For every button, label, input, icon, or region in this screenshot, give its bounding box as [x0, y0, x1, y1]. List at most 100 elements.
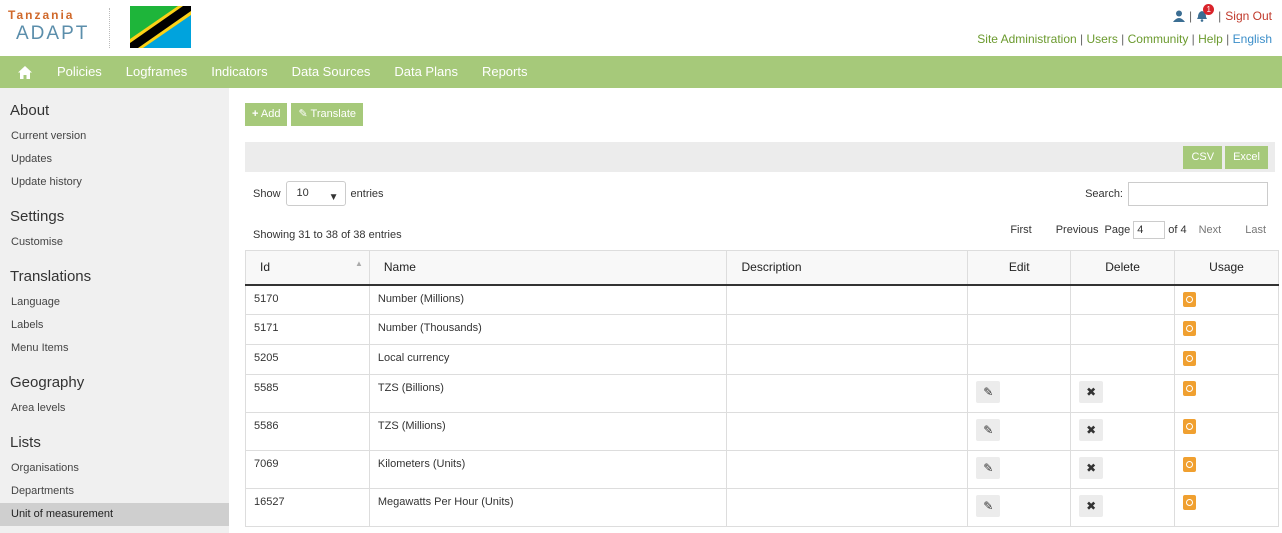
usage-info-icon[interactable] — [1183, 419, 1197, 434]
usage-info-icon[interactable] — [1183, 351, 1197, 366]
tanzania-flag-icon — [130, 6, 191, 48]
cell-description — [726, 284, 969, 315]
nav-logframes[interactable]: Logframes — [114, 56, 199, 88]
nav-indicators[interactable]: Indicators — [199, 56, 279, 88]
cell-id: 5585 — [245, 374, 370, 413]
translate-button[interactable]: ✎ Translate — [291, 103, 363, 126]
cell-name: TZS (Billions) — [368, 374, 728, 413]
separator: | — [1189, 9, 1193, 23]
column-header-description[interactable]: Description — [726, 250, 969, 286]
edit-icon: ✎ — [298, 108, 308, 120]
chevron-down-icon: ▼ — [328, 192, 339, 203]
cell-delete — [1070, 284, 1176, 315]
cell-usage — [1174, 450, 1279, 489]
excel-button[interactable]: Excel — [1225, 146, 1268, 169]
column-header-edit: Edit — [967, 250, 1072, 286]
translate-button-label: Translate — [310, 108, 356, 120]
usage-info-icon[interactable] — [1183, 457, 1197, 472]
sidebar-item-updates[interactable]: Updates — [0, 148, 229, 171]
sidebar: About Current version Updates Update his… — [0, 88, 229, 533]
separator: | — [1191, 32, 1195, 46]
cell-delete — [1070, 344, 1176, 375]
sidebar-item-menu-items[interactable]: Menu Items — [0, 337, 229, 360]
cell-name: Number (Thousands) — [368, 314, 728, 345]
nav-policies[interactable]: Policies — [45, 56, 114, 88]
site-administration-link[interactable]: Site Administration — [977, 32, 1076, 46]
sidebar-item-language[interactable]: Language — [0, 291, 229, 314]
delete-icon[interactable]: ✖ — [1079, 495, 1104, 517]
add-button-label: Add — [260, 108, 281, 120]
edit-icon[interactable]: ✎ — [976, 457, 1001, 479]
table-info: Showing 31 to 38 of 38 entries — [253, 229, 402, 241]
sidebar-heading-geography: Geography — [10, 374, 85, 391]
sidebar-item-customise[interactable]: Customise — [0, 231, 229, 254]
edit-icon[interactable]: ✎ — [976, 381, 1001, 403]
language-link[interactable]: English — [1233, 32, 1272, 46]
cell-id: 16527 — [245, 488, 370, 527]
cell-edit: ✎ — [967, 374, 1072, 413]
cell-id: 7069 — [245, 450, 370, 489]
sidebar-item-labels[interactable]: Labels — [0, 314, 229, 337]
sidebar-item-update-history[interactable]: Update history — [0, 171, 229, 194]
column-header-name[interactable]: Name — [368, 250, 728, 286]
column-header-delete: Delete — [1070, 250, 1176, 286]
usage-info-icon[interactable] — [1183, 291, 1197, 307]
usage-info-icon[interactable] — [1183, 381, 1197, 396]
nav-data-sources[interactable]: Data Sources — [280, 56, 383, 88]
cell-edit: ✎ — [967, 488, 1072, 527]
usage-info-icon[interactable] — [1183, 495, 1197, 510]
logo[interactable]: Tanzania ADAPT — [8, 8, 110, 48]
cell-usage — [1174, 284, 1279, 315]
sign-out-link[interactable]: Sign Out — [1225, 9, 1272, 23]
user-icon[interactable] — [1173, 10, 1186, 22]
nav-reports[interactable]: Reports — [470, 56, 540, 88]
help-link[interactable]: Help — [1198, 32, 1223, 46]
pagination: First Previous Page 4 of 4 Next Last — [998, 221, 1266, 239]
cell-name: TZS (Millions) — [368, 412, 728, 451]
cell-name: Local currency — [368, 344, 728, 375]
sidebar-item-current-version[interactable]: Current version — [0, 125, 229, 148]
sidebar-item-departments[interactable]: Departments — [0, 480, 229, 503]
csv-button[interactable]: CSV — [1183, 146, 1223, 169]
logo-line2: ADAPT — [16, 23, 90, 44]
sidebar-item-area-levels[interactable]: Area levels — [0, 397, 229, 420]
last-page-link[interactable]: Last — [1233, 224, 1266, 236]
cell-description — [726, 344, 969, 375]
add-button[interactable]: + Add — [245, 103, 288, 126]
page-length-control: Show 10 ▼ entries — [253, 181, 384, 206]
page-length-select[interactable]: 10 ▼ — [285, 181, 346, 206]
community-link[interactable]: Community — [1128, 32, 1189, 46]
next-page-link[interactable]: Next — [1187, 224, 1234, 236]
sidebar-item-organisations[interactable]: Organisations — [0, 457, 229, 480]
usage-info-icon[interactable] — [1183, 321, 1197, 336]
separator: | — [1121, 32, 1125, 46]
sidebar-heading-lists: Lists — [10, 434, 41, 451]
delete-icon[interactable]: ✖ — [1079, 457, 1104, 479]
cell-edit: ✎ — [967, 412, 1072, 451]
previous-page-link[interactable]: Previous — [1044, 224, 1105, 236]
notification-badge: 1 — [1203, 4, 1215, 15]
cell-delete — [1070, 314, 1176, 345]
search-input[interactable] — [1128, 182, 1268, 206]
cell-delete: ✖ — [1070, 488, 1176, 527]
delete-icon[interactable]: ✖ — [1079, 419, 1104, 441]
column-header-id[interactable]: Id ▲ — [245, 250, 370, 286]
units-table: Id ▲ Name Description Edit Delete Usage 5… — [245, 250, 1279, 527]
sidebar-heading-settings: Settings — [10, 208, 65, 225]
toolbar: + Add ✎ Translate — [245, 103, 363, 126]
users-link[interactable]: Users — [1086, 32, 1117, 46]
nav-data-plans[interactable]: Data Plans — [382, 56, 470, 88]
first-page-link[interactable]: First — [998, 224, 1043, 236]
notifications-bell-icon[interactable]: 1 — [1196, 4, 1215, 22]
edit-icon[interactable]: ✎ — [976, 495, 1001, 517]
edit-icon[interactable]: ✎ — [976, 419, 1001, 441]
separator: | — [1226, 32, 1230, 46]
delete-icon[interactable]: ✖ — [1079, 381, 1104, 403]
cell-delete: ✖ — [1070, 412, 1176, 451]
page-number-input[interactable]: 4 — [1133, 221, 1166, 239]
home-icon[interactable] — [5, 56, 45, 88]
cell-description — [726, 314, 969, 345]
cell-delete: ✖ — [1070, 450, 1176, 489]
sidebar-item-unit-of-measurement[interactable]: Unit of measurement — [0, 503, 229, 526]
cell-id: 5586 — [245, 412, 370, 451]
